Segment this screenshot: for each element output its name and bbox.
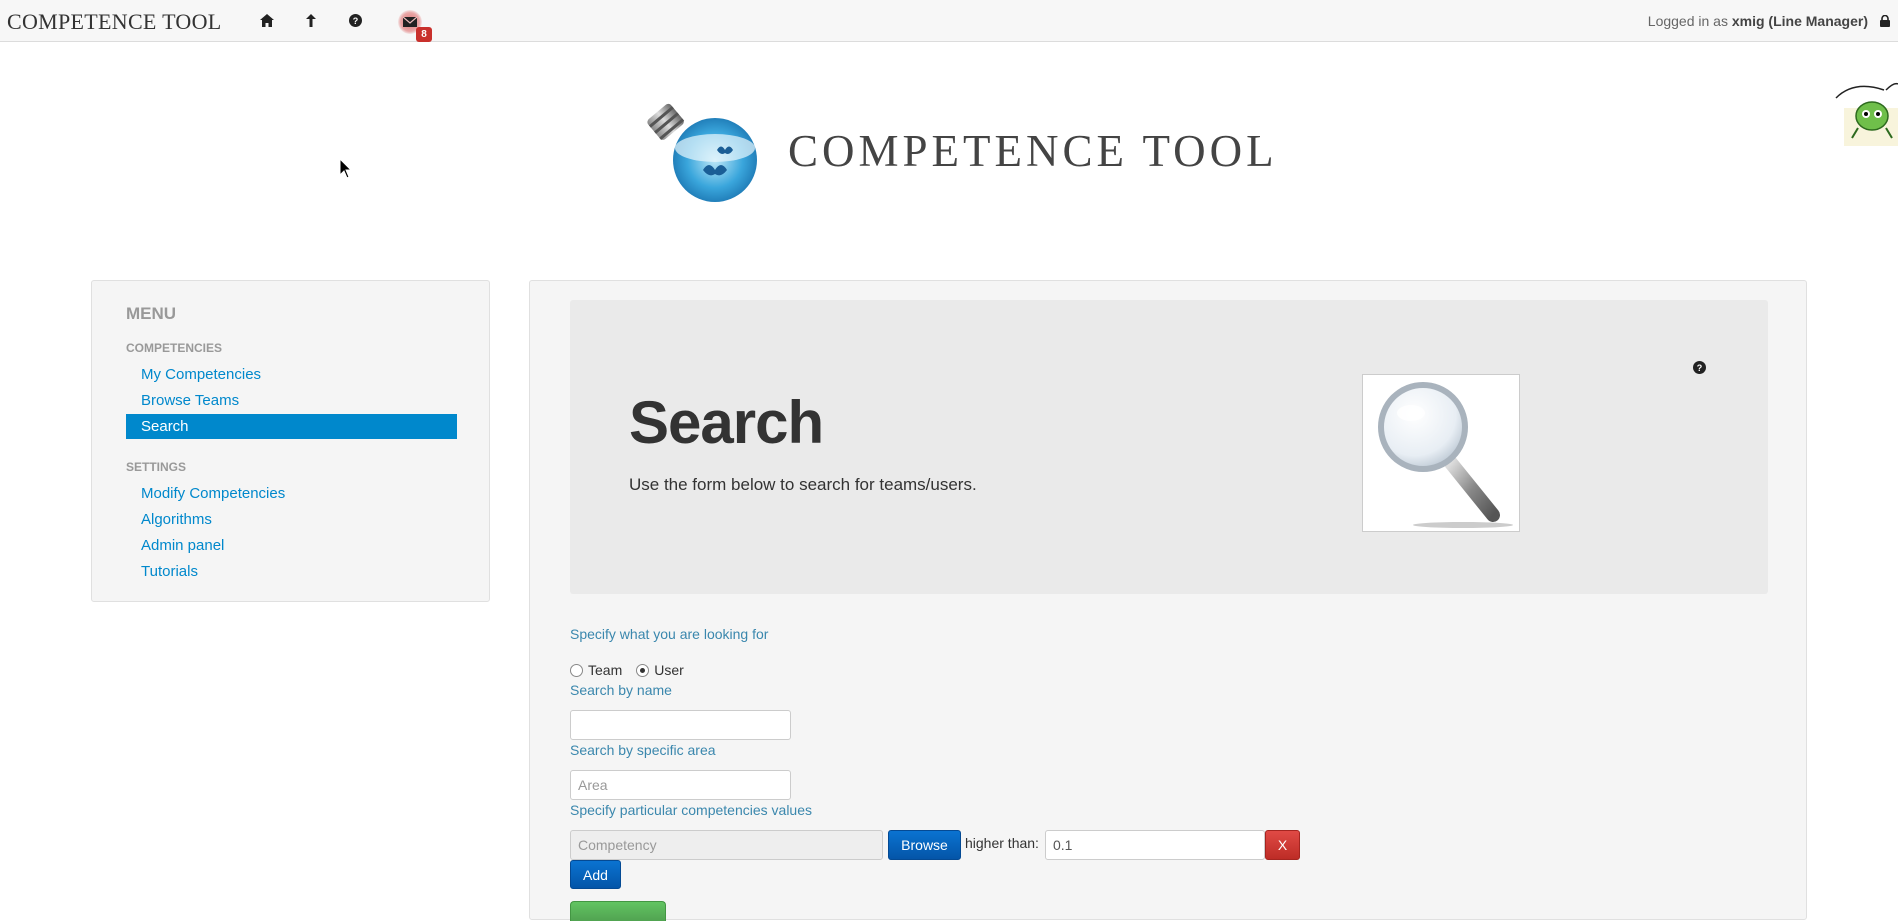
competency-input[interactable]: Competency [570, 830, 883, 860]
help-icon[interactable]: ? [1693, 361, 1706, 379]
mouse-cursor-icon [339, 157, 353, 184]
area-label: Search by specific area [570, 742, 716, 758]
mantis-mascot-image [1834, 78, 1898, 146]
remove-competency-button[interactable]: X [1265, 830, 1300, 860]
brand-link[interactable]: COMPETENCE TOOL [7, 9, 222, 35]
section-settings: SETTINGS [126, 460, 187, 474]
help-icon[interactable]: ? [347, 12, 363, 28]
user-radio-label[interactable]: User [654, 662, 684, 678]
team-radio[interactable] [570, 663, 583, 677]
sidebar-item-algorithms[interactable]: Algorithms [126, 507, 457, 532]
browse-button[interactable]: Browse [888, 830, 961, 860]
mail-icon [403, 17, 417, 27]
search-submit-button[interactable] [570, 901, 666, 921]
lock-icon[interactable] [1880, 14, 1890, 32]
top-navbar: COMPETENCE TOOL ? 8 Logged in as xmig (L… [0, 0, 1898, 42]
arrow-up-icon[interactable] [303, 12, 319, 28]
mail-count-badge: 8 [416, 27, 432, 42]
higher-than-label: higher than: [965, 835, 1039, 851]
sidebar-item-modify-competencies[interactable]: Modify Competencies [126, 481, 457, 506]
header-title: COMPETENCE TOOL [788, 126, 1278, 176]
name-search-input[interactable] [570, 710, 791, 740]
sidebar-item-tutorials[interactable]: Tutorials [126, 559, 457, 584]
login-status: Logged in as xmig (Line Manager) [1648, 13, 1868, 29]
svg-text:?: ? [1697, 363, 1703, 373]
threshold-input[interactable]: 0.1 [1045, 830, 1265, 860]
add-competency-button[interactable]: Add [570, 860, 621, 889]
team-radio-label[interactable]: Team [588, 662, 622, 678]
login-user[interactable]: xmig (Line Manager) [1732, 13, 1868, 29]
main-content: Search Use the form below to search for … [529, 280, 1807, 921]
sidebar-item-my-competencies[interactable]: My Competencies [126, 362, 457, 387]
name-label: Search by name [570, 682, 672, 698]
login-prefix: Logged in as [1647, 13, 1728, 29]
svg-text:?: ? [352, 16, 358, 26]
section-competencies: COMPETENCIES [126, 341, 223, 355]
home-icon[interactable] [259, 12, 275, 28]
page-title: Search [629, 389, 824, 456]
sidebar-menu: MENU COMPETENCIES My Competencies Browse… [91, 280, 490, 602]
user-radio[interactable] [636, 663, 650, 677]
page-subtitle: Use the form below to search for teams/u… [629, 475, 977, 494]
magnifier-image [1362, 374, 1520, 532]
type-radio-group: Team User [570, 662, 684, 678]
sidebar-item-browse-teams[interactable]: Browse Teams [126, 388, 457, 413]
area-input[interactable]: Area [570, 770, 791, 800]
hero-unit: Search Use the form below to search for … [570, 300, 1768, 594]
values-label: Specify particular competencies values [570, 802, 813, 818]
menu-title: MENU [126, 304, 177, 323]
logo-bulb-image [645, 100, 765, 217]
sidebar-item-search[interactable]: Search [126, 414, 457, 439]
specify-label: Specify what you are looking for [570, 626, 769, 642]
sidebar-item-admin-panel[interactable]: Admin panel [126, 533, 457, 558]
